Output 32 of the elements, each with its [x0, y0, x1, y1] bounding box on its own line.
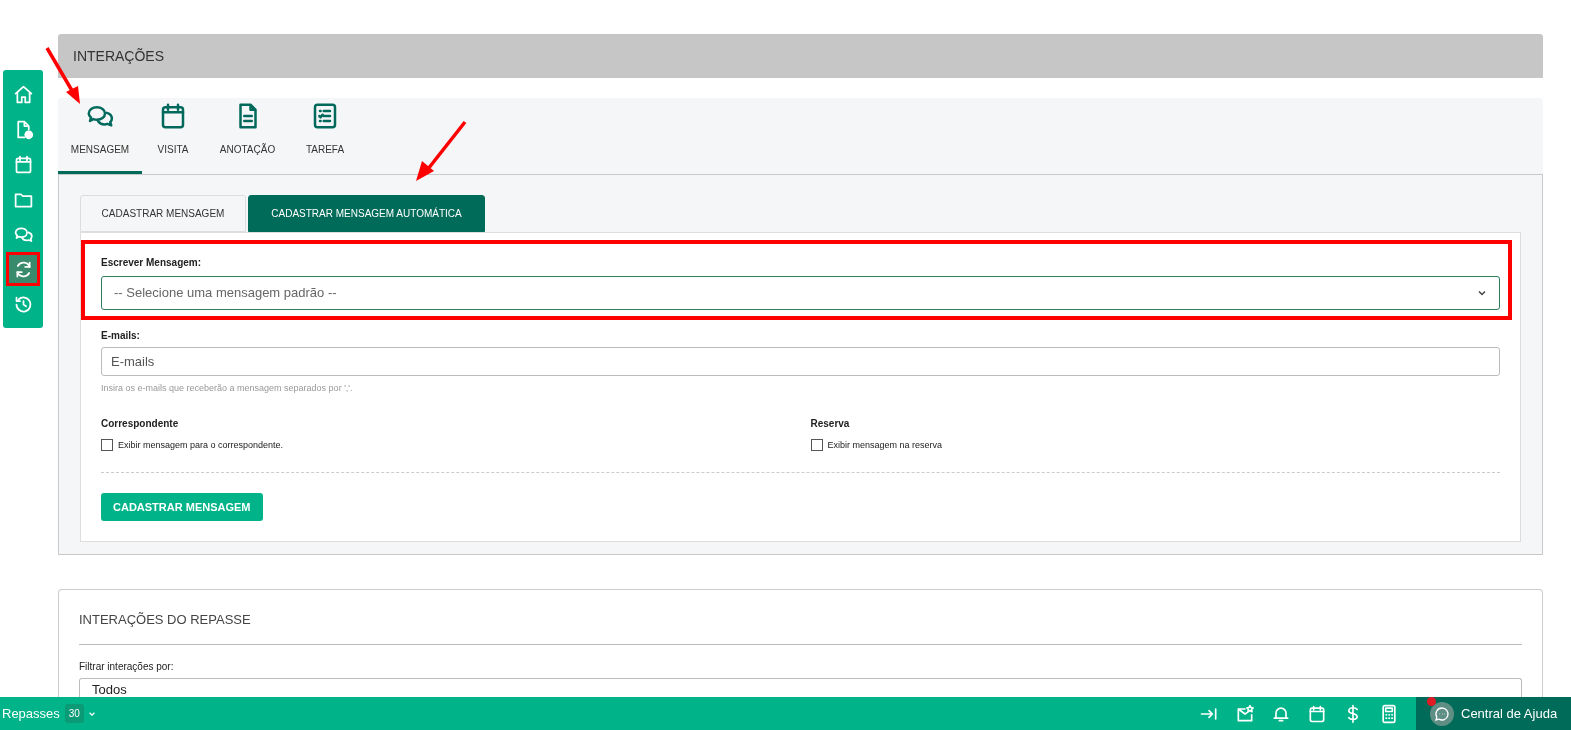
chevron-icon — [1477, 288, 1487, 298]
home-icon — [12, 83, 34, 105]
chat-bubble-icon — [1434, 705, 1450, 722]
checkbox[interactable] — [810, 439, 823, 452]
bar-label: Repasses — [2, 704, 60, 723]
calculator-icon — [1379, 703, 1399, 724]
emails-field[interactable]: E-mails — [101, 347, 1500, 376]
interaction-tab[interactable]: VISITA — [142, 98, 204, 174]
field-label: Escrever Mensagem: — [101, 256, 203, 270]
card-title: INTERAÇÕES DO REPASSE — [79, 610, 1522, 645]
sidebar-button[interactable] — [9, 255, 37, 283]
select-placeholder: -- Selecione uma mensagem padrão -- — [114, 284, 337, 303]
arrow-annotation — [414, 119, 468, 183]
checkbox[interactable] — [101, 439, 113, 452]
section-header: INTERAÇÕES — [58, 34, 1543, 78]
interaction-tab[interactable]: ANOTAÇÃO — [204, 98, 291, 174]
calendar-icon — [1307, 703, 1327, 724]
checkbox-label: Exibir mensagem na reserva — [827, 438, 943, 452]
envelope-star-icon — [1235, 703, 1255, 724]
help-button[interactable]: Central de Ajuda — [1416, 697, 1571, 730]
option-heading: Reserva — [810, 416, 851, 431]
select-value: Todos — [92, 681, 127, 698]
message-select[interactable]: -- Selecione uma mensagem padrão -- — [101, 276, 1500, 310]
form-tab[interactable]: CADASTRAR MENSAGEM AUTOMÁTICA — [248, 195, 485, 232]
checkbox-label: Exibir mensagem para o correspondente. — [118, 438, 284, 452]
form-tab[interactable]: CADASTRAR MENSAGEM — [80, 195, 246, 232]
option-heading: Correspondente — [101, 416, 180, 431]
interaction-tab[interactable]: TAREFA — [291, 98, 359, 174]
field-label: E-mails: — [101, 329, 141, 343]
help-text: Insira os e-mails que receberão a mensagem separados por ','. — [101, 382, 354, 395]
field-label: Filtrar interações por: — [79, 659, 175, 674]
count-badge: 30 — [64, 704, 84, 723]
